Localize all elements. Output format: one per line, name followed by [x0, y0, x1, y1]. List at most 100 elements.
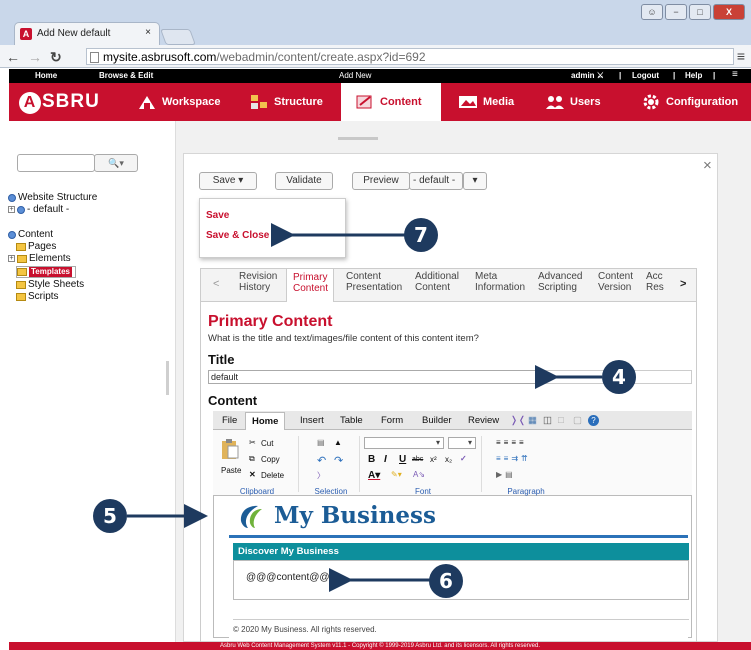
user-profile-icon[interactable]: ☺ [641, 4, 663, 20]
copy-icon[interactable]: ⧉ [249, 454, 255, 464]
validate-button[interactable]: Validate [275, 172, 333, 190]
title-input[interactable]: default [208, 370, 544, 384]
sidebar-resize-handle[interactable] [166, 361, 169, 395]
top-user-link[interactable]: admin ⚔ [571, 71, 604, 80]
editor-tab-insert[interactable]: Insert [300, 415, 324, 426]
url-input[interactable]: mysite.asbrusoft.com/webadmin/content/cr… [86, 48, 734, 65]
tree-default[interactable]: + - default - [8, 204, 69, 215]
undo-icon[interactable]: ↶ [317, 454, 326, 467]
content-placeholder-text[interactable]: @@@content@@@ [246, 572, 340, 583]
tree-scripts[interactable]: Scripts [16, 291, 59, 302]
fullscreen-icon[interactable]: ▢ [573, 415, 582, 426]
save-menu-item[interactable]: Save [206, 210, 229, 221]
nav-workspace[interactable]: Workspace [137, 83, 221, 121]
help-icon[interactable]: ? [588, 415, 599, 426]
tab-access-restrictions[interactable]: Acc Res [646, 271, 668, 293]
tab-revision-history[interactable]: Revision History [239, 271, 279, 293]
top-browse-edit-link[interactable]: Browse & Edit [99, 71, 153, 80]
nav-content[interactable]: Content [341, 83, 441, 121]
top-logout-link[interactable]: Logout [632, 71, 659, 80]
forward-arrow-icon[interactable]: → [28, 49, 42, 65]
maximize-button[interactable]: □ [689, 4, 711, 20]
paragraph-more-icons[interactable]: ▶▤ [496, 470, 516, 479]
editor-tab-home[interactable]: Home [245, 412, 286, 430]
reload-icon[interactable]: ↻ [50, 49, 62, 66]
source-code-icon[interactable]: ❭❬ [510, 415, 526, 426]
select-all-icon[interactable]: ▤ [317, 438, 325, 447]
strikethrough-button[interactable]: abc [412, 456, 423, 463]
top-menu-icon[interactable]: ≡ [732, 69, 738, 80]
tab-content-version[interactable]: Content Version [598, 271, 636, 293]
nav-media[interactable]: Media [458, 83, 514, 121]
sidebar-search-input[interactable] [17, 154, 95, 172]
tab-content-presentation[interactable]: Content Presentation [346, 271, 406, 293]
save-close-menu-item[interactable]: Save & Close [206, 230, 269, 241]
copy-label[interactable]: Copy [261, 455, 280, 464]
superscript-button[interactable]: x² [430, 455, 437, 464]
expand-icon[interactable]: + [8, 255, 15, 262]
align-icons[interactable]: ≡≡≡≡ [496, 438, 527, 447]
tree-pages[interactable]: Pages [16, 241, 56, 252]
grid-icon[interactable]: ▦ [528, 415, 537, 426]
subscript-button[interactable]: x₂ [445, 455, 452, 464]
tree-style-sheets[interactable]: Style Sheets [16, 279, 84, 290]
browser-tab[interactable]: A Add New default × [14, 22, 160, 46]
window-close-button[interactable]: X [713, 4, 745, 20]
highlight-icon[interactable]: ✎▾ [391, 470, 402, 479]
delete-label[interactable]: Delete [261, 471, 284, 480]
tree-website-structure[interactable]: Website Structure [8, 192, 97, 203]
asbru-logo[interactable]: A SBRU [19, 91, 100, 114]
paste-icon[interactable] [221, 438, 239, 460]
html-tag-icon[interactable]: 〉 [317, 470, 325, 481]
top-help-link[interactable]: Help [685, 71, 702, 80]
preview-select-arrow-icon[interactable]: ▾ [463, 172, 487, 190]
list-icons[interactable]: ≡≡⇉⇈ [496, 454, 531, 463]
editor-tab-review[interactable]: Review [468, 415, 499, 426]
tab-additional-content[interactable]: Additional Content [415, 271, 465, 293]
tabs-next-icon[interactable]: > [680, 278, 686, 290]
delete-icon[interactable]: ✕ [249, 470, 256, 479]
tab-advanced-scripting[interactable]: Advanced Scripting [538, 271, 588, 293]
bold-button[interactable]: B [368, 454, 375, 465]
editor-tab-builder[interactable]: Builder [422, 415, 452, 426]
editor-tab-file[interactable]: File [222, 415, 237, 426]
preview-button[interactable]: Preview [352, 172, 410, 190]
nav-users[interactable]: Users [545, 83, 601, 121]
tree-templates[interactable]: Templates [16, 266, 76, 278]
back-arrow-icon[interactable]: ← [6, 49, 20, 65]
tab-close-icon[interactable]: × [145, 27, 151, 38]
tabs-prev-icon[interactable]: < [213, 278, 219, 290]
nav-structure[interactable]: Structure [249, 83, 323, 121]
minimize-button[interactable]: − [665, 4, 687, 20]
cut-label[interactable]: Cut [261, 439, 273, 448]
modal-drag-handle[interactable] [338, 137, 378, 140]
expand-icon[interactable]: + [8, 206, 15, 213]
font-family-select[interactable]: ▾ [364, 437, 444, 449]
clear-format-icon[interactable]: A⇘ [413, 470, 425, 479]
preview-select[interactable]: - default - [409, 172, 463, 190]
find-icon[interactable]: ▲ [334, 438, 342, 447]
underline-button[interactable]: U [399, 454, 406, 465]
new-tab-button[interactable] [160, 29, 196, 45]
comment-icon[interactable]: □ [558, 415, 564, 426]
tree-elements[interactable]: + Elements [8, 253, 71, 264]
paste-label[interactable]: Paste [221, 466, 241, 475]
tab-meta-information[interactable]: Meta Information [475, 271, 527, 293]
italic-button[interactable]: I [384, 454, 387, 465]
modal-close-icon[interactable]: × [703, 157, 712, 174]
cut-icon[interactable]: ✂ [249, 438, 256, 447]
sidebar-search-button[interactable]: 🔍▾ [94, 154, 138, 172]
editor-tab-form[interactable]: Form [381, 415, 403, 426]
font-size-select[interactable]: ▾ [448, 437, 476, 449]
save-dropdown-button[interactable]: Save ▾ [199, 172, 257, 190]
top-home-link[interactable]: Home [35, 71, 57, 80]
tab-primary-content[interactable]: Primary Content [286, 269, 334, 302]
redo-icon[interactable]: ↷ [334, 454, 343, 467]
preview-page-icon[interactable]: ◫ [543, 415, 552, 426]
tree-content[interactable]: Content [8, 229, 53, 240]
editor-tab-table[interactable]: Table [340, 415, 363, 426]
browser-menu-icon[interactable]: ≡ [737, 48, 745, 64]
font-color-icon[interactable]: A▾ [368, 470, 380, 481]
nav-configuration[interactable]: Configuration [641, 83, 738, 121]
spellcheck-icon[interactable]: ✓ [460, 454, 467, 463]
